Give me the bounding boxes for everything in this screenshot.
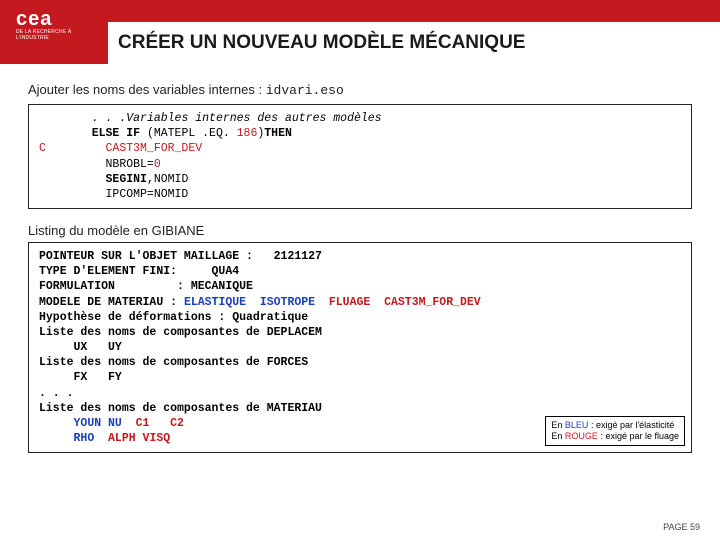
code2-l4c: FLUAGE [329,296,384,309]
code1-margin-c: C [39,141,71,156]
content-area: Ajouter les noms des variables internes … [0,64,720,453]
code2-l11: Liste des noms de composantes de MATERIA… [39,401,681,416]
code2-l13b: RHO [74,432,109,445]
code2-l1: POINTEUR SUR L'OBJET MAILLAGE : 2121127 [39,249,681,264]
legend-l2a: En [551,431,565,441]
code2-l12c: C1 C2 [136,417,184,430]
code1-l4a: NBROBL= [106,158,154,171]
code2-l4d: CAST3M_FOR_DEV [384,296,481,309]
code1-l2a: ELSE IF [92,127,147,140]
intro-filename: idvari.eso [266,83,344,98]
code2-l4b: ELASTIQUE ISOTROPE [184,296,329,309]
code2-l2: TYPE D'ELEMENT FINI: QUA4 [39,264,681,279]
intro-text: Ajouter les noms des variables internes … [28,82,266,97]
code2-l13a [39,432,74,445]
logo-text: cea [16,8,76,31]
legend-l1a: En [551,420,565,430]
code1-l1a: . . . [92,112,127,125]
code2-l9: FX FY [39,370,681,385]
code2-l13c: ALPH VISQ [108,432,170,445]
code2-l4a: MODELE DE MATERIAU : [39,296,184,309]
code1-l5a: SEGINI [106,173,147,186]
code2-l5: Hypothèse de déformations : Quadratique [39,310,681,325]
page-number: PAGE 59 [663,522,700,532]
legend-box: En BLEU : exigé par l'élasticité En ROUG… [545,416,685,447]
code-block-1: . . .Variables internes des autres modèl… [28,104,692,209]
section-2-title: Listing du modèle en GIBIANE [28,223,692,238]
code1-l6: IPCOMP=NOMID [106,188,189,201]
intro-line: Ajouter les noms des variables internes … [28,82,692,98]
legend-l2b: ROUGE [565,431,598,441]
code2-l12b: YOUN NU [74,417,136,430]
code2-l7: UX UY [39,340,681,355]
code1-l3: CAST3M_FOR_DEV [106,142,203,155]
code2-l12a [39,417,74,430]
code2-l3: FORMULATION : MECANIQUE [39,279,681,294]
code2-l6: Liste des noms de composantes de DEPLACE… [39,325,681,340]
logo-subtitle: DE LA RECHERCHE À L'INDUSTRIE [16,29,76,41]
code-block-2: POINTEUR SUR L'OBJET MAILLAGE : 2121127 … [28,242,692,453]
code1-l2b: (MATEPL .EQ. [147,127,237,140]
slide-title: CRÉER UN NOUVEAU MODÈLE MÉCANIQUE [118,28,535,58]
code1-l5b: ,NOMID [147,173,188,186]
code1-l2c: 186 [237,127,258,140]
legend-l2c: : exigé par le fluage [598,431,679,441]
code1-l4b: 0 [154,158,161,171]
legend-l1b: BLEU [565,420,589,430]
legend-l1c: : exigé par l'élasticité [588,420,674,430]
code1-l2e: THEN [264,127,292,140]
header-band: cea DE LA RECHERCHE À L'INDUSTRIE CRÉER … [0,0,720,64]
cea-logo: cea DE LA RECHERCHE À L'INDUSTRIE [16,8,76,48]
code1-l1b: Variables internes des autres modèles [126,112,381,125]
code2-l8: Liste des noms de composantes de FORCES [39,355,681,370]
code2-l10: . . . [39,386,681,401]
